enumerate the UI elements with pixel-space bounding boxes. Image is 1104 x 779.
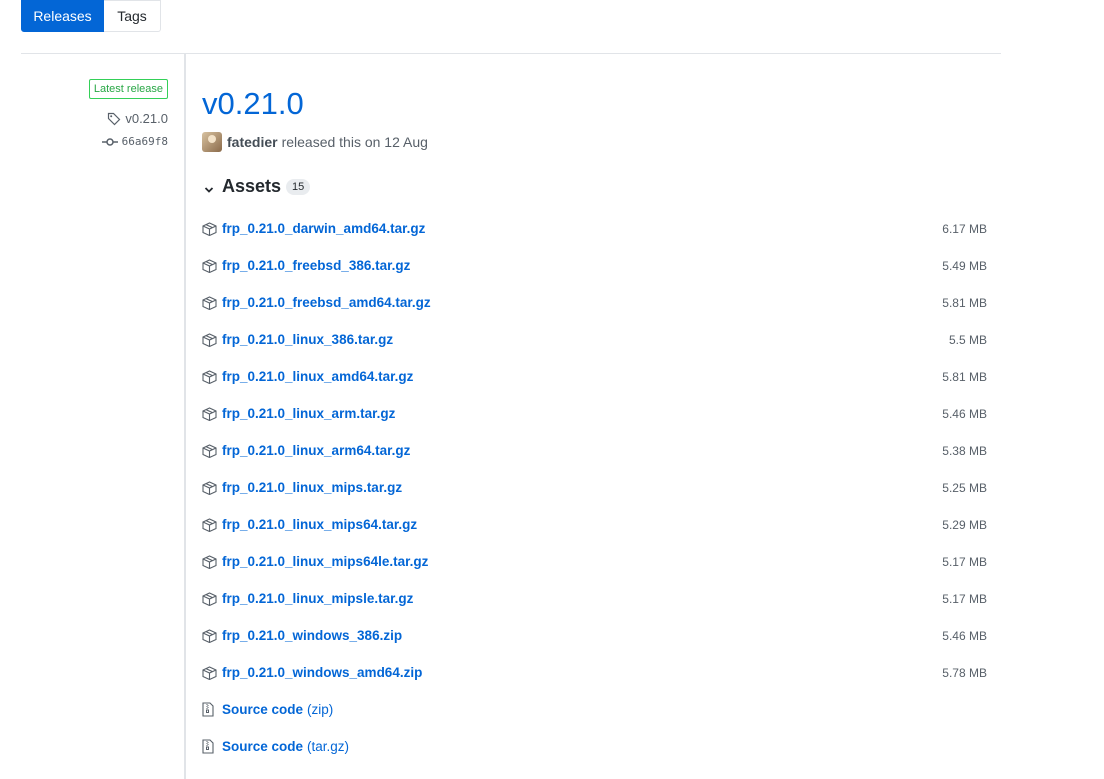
release-meta: fatedier released this on 12 Aug bbox=[202, 132, 987, 152]
source-code-format: (tar.gz) bbox=[307, 739, 350, 754]
source-code-link[interactable]: Source code bbox=[222, 702, 303, 717]
sidebar-commit-link[interactable]: 66a69f8 bbox=[101, 135, 168, 148]
asset-row[interactable]: frp_0.21.0_linux_arm.tar.gz 5.46 MB bbox=[202, 395, 987, 432]
asset-size: 5.29 MB bbox=[942, 517, 987, 532]
asset-row[interactable]: frp_0.21.0_freebsd_amd64.tar.gz 5.81 MB bbox=[202, 284, 987, 321]
asset-row[interactable]: frp_0.21.0_darwin_amd64.tar.gz 6.17 MB bbox=[202, 210, 987, 247]
asset-row[interactable]: frp_0.21.0_linux_mips.tar.gz 5.25 MB bbox=[202, 469, 987, 506]
package-icon bbox=[202, 258, 218, 274]
asset-row[interactable]: frp_0.21.0_windows_amd64.zip 5.78 MB bbox=[202, 654, 987, 691]
assets-title: Assets bbox=[222, 176, 282, 196]
asset-size: 5.46 MB bbox=[942, 628, 987, 643]
asset-link[interactable]: frp_0.21.0_linux_mips.tar.gz bbox=[222, 480, 402, 495]
package-icon bbox=[202, 295, 218, 311]
asset-size: 5.5 MB bbox=[948, 332, 987, 347]
source-code-format: (zip) bbox=[307, 702, 334, 717]
release-main: v0.21.0 fatedier released this on 12 Aug… bbox=[202, 84, 987, 765]
asset-row[interactable]: frp_0.21.0_linux_amd64.tar.gz 5.81 MB bbox=[202, 358, 987, 395]
author-link[interactable]: fatedier bbox=[227, 134, 278, 150]
release-title[interactable]: v0.21.0 bbox=[202, 84, 987, 124]
package-icon bbox=[202, 517, 218, 533]
package-icon bbox=[202, 221, 218, 237]
asset-row[interactable]: frp_0.21.0_windows_386.zip 5.46 MB bbox=[202, 617, 987, 654]
timeline-line bbox=[184, 54, 186, 779]
release-sidebar: Latest release v0.21.0 66a69f8 bbox=[88, 79, 168, 148]
asset-link[interactable]: frp_0.21.0_freebsd_386.tar.gz bbox=[222, 258, 410, 273]
asset-link[interactable]: frp_0.21.0_linux_arm.tar.gz bbox=[222, 406, 395, 421]
asset-size: 5.38 MB bbox=[942, 443, 987, 458]
asset-row[interactable]: frp_0.21.0_linux_mips64le.tar.gz 5.17 MB bbox=[202, 543, 987, 580]
package-icon bbox=[202, 443, 218, 459]
asset-row[interactable]: frp_0.21.0_linux_386.tar.gz 5.5 MB bbox=[202, 321, 987, 358]
latest-release-badge: Latest release bbox=[88, 79, 168, 99]
asset-size: 5.17 MB bbox=[942, 591, 987, 606]
asset-link[interactable]: frp_0.21.0_linux_amd64.tar.gz bbox=[222, 369, 413, 384]
asset-size: 5.17 MB bbox=[942, 554, 987, 569]
release-date-text: released this on 12 Aug bbox=[281, 134, 428, 150]
package-icon bbox=[202, 628, 218, 644]
package-icon bbox=[202, 332, 218, 348]
asset-link[interactable]: frp_0.21.0_linux_mips64le.tar.gz bbox=[222, 554, 428, 569]
asset-size: 5.81 MB bbox=[942, 295, 987, 310]
source-code-row[interactable]: Source code (tar.gz) bbox=[202, 728, 987, 765]
asset-link[interactable]: frp_0.21.0_linux_arm64.tar.gz bbox=[222, 443, 410, 458]
asset-size: 5.49 MB bbox=[942, 258, 987, 273]
asset-size: 5.46 MB bbox=[942, 406, 987, 421]
package-icon bbox=[202, 665, 218, 681]
asset-row[interactable]: frp_0.21.0_freebsd_386.tar.gz 5.49 MB bbox=[202, 247, 987, 284]
package-icon bbox=[202, 406, 218, 422]
asset-link[interactable]: frp_0.21.0_windows_386.zip bbox=[222, 628, 402, 643]
chevron-down-icon bbox=[204, 182, 214, 193]
assets-toggle[interactable]: Assets 15 bbox=[202, 176, 987, 197]
file-zip-icon bbox=[202, 739, 218, 755]
avatar[interactable] bbox=[202, 132, 222, 152]
asset-size: 5.25 MB bbox=[942, 480, 987, 495]
sidebar-tag-link[interactable]: v0.21.0 bbox=[107, 111, 168, 126]
assets-count-badge: 15 bbox=[286, 178, 311, 195]
asset-link[interactable]: frp_0.21.0_linux_386.tar.gz bbox=[222, 332, 393, 347]
sidebar-commit-label: 66a69f8 bbox=[121, 135, 168, 148]
asset-size: 6.17 MB bbox=[942, 221, 987, 236]
asset-link[interactable]: frp_0.21.0_darwin_amd64.tar.gz bbox=[222, 221, 425, 236]
package-icon bbox=[202, 480, 218, 496]
asset-link[interactable]: frp_0.21.0_linux_mipsle.tar.gz bbox=[222, 591, 413, 606]
source-code-row[interactable]: Source code (zip) bbox=[202, 691, 987, 728]
asset-row[interactable]: frp_0.21.0_linux_mipsle.tar.gz 5.17 MB bbox=[202, 580, 987, 617]
asset-size: 5.81 MB bbox=[942, 369, 987, 384]
tab-tags[interactable]: Tags bbox=[104, 0, 161, 32]
sidebar-tag-label: v0.21.0 bbox=[125, 111, 168, 126]
source-code-link[interactable]: Source code bbox=[222, 739, 303, 754]
release-tabs: Releases Tags bbox=[21, 0, 161, 32]
package-icon bbox=[202, 369, 218, 385]
asset-link[interactable]: frp_0.21.0_windows_amd64.zip bbox=[222, 665, 422, 680]
asset-link[interactable]: frp_0.21.0_linux_mips64.tar.gz bbox=[222, 517, 417, 532]
package-icon bbox=[202, 591, 218, 607]
package-icon bbox=[202, 554, 218, 570]
file-zip-icon bbox=[202, 702, 218, 718]
asset-row[interactable]: frp_0.21.0_linux_arm64.tar.gz 5.38 MB bbox=[202, 432, 987, 469]
tag-icon bbox=[107, 112, 125, 126]
asset-row[interactable]: frp_0.21.0_linux_mips64.tar.gz 5.29 MB bbox=[202, 506, 987, 543]
tab-releases[interactable]: Releases bbox=[21, 0, 104, 32]
git-commit-icon bbox=[101, 137, 122, 147]
asset-size: 5.78 MB bbox=[942, 665, 987, 680]
asset-list: frp_0.21.0_darwin_amd64.tar.gz 6.17 MB frp… bbox=[202, 210, 987, 765]
header-divider bbox=[21, 53, 1001, 54]
asset-link[interactable]: frp_0.21.0_freebsd_amd64.tar.gz bbox=[222, 295, 431, 310]
